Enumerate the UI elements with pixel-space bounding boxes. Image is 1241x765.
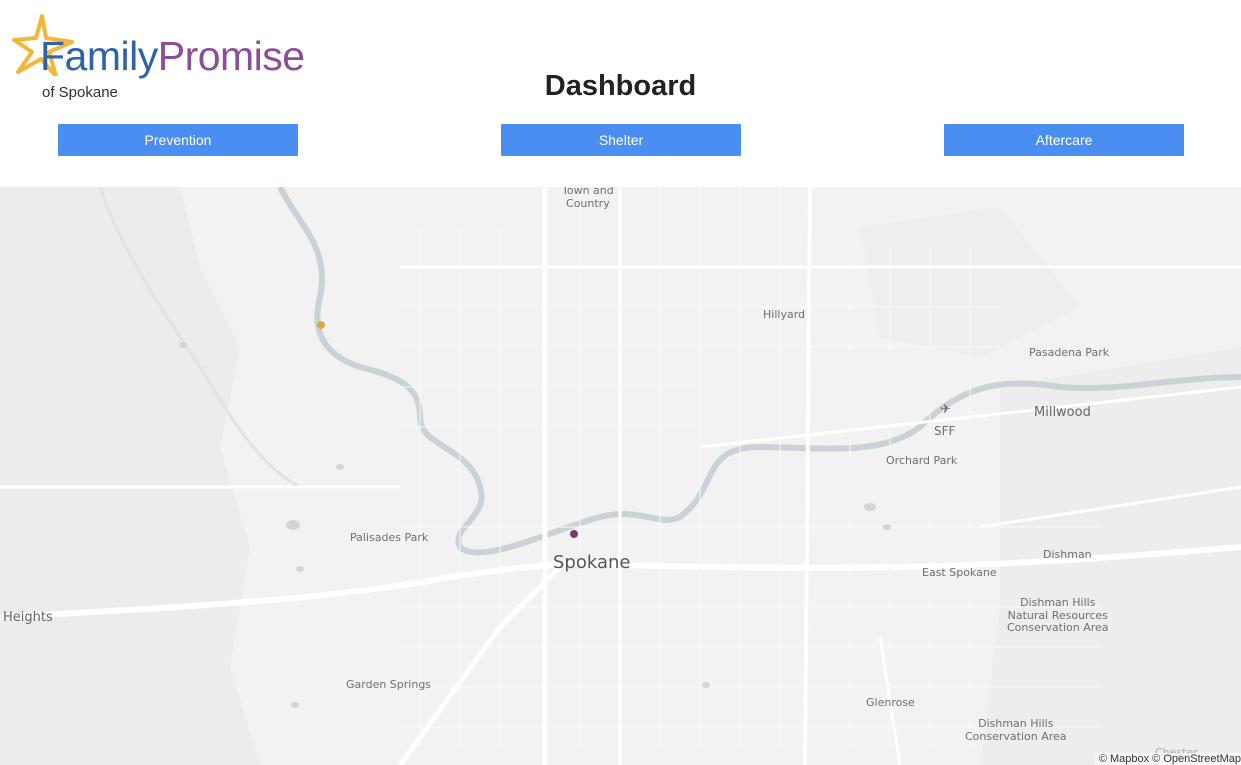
map-basemap xyxy=(0,187,1241,765)
page-title: Dashboard xyxy=(544,70,697,102)
map-label-hillyard: Hillyard xyxy=(763,308,806,321)
map-label-east-spokane: East Spokane xyxy=(922,566,997,579)
shelter-button[interactable]: Shelter xyxy=(501,124,741,156)
prevention-marker[interactable] xyxy=(317,321,325,329)
shelter-marker[interactable] xyxy=(570,530,578,538)
map-label-palisades-park: Palisades Park xyxy=(350,531,429,544)
map-label-heights: Heights xyxy=(3,610,53,625)
header: FamilyPromise of Spokane Dashboard Preve… xyxy=(0,0,1241,187)
map-label-sff: SFF xyxy=(934,424,956,438)
map-label-dishman-hills-nra: Dishman Hills Natural Resources Conserva… xyxy=(1007,596,1109,635)
map-attribution[interactable]: © Mapbox © OpenStreetMap xyxy=(1094,753,1241,765)
map-label-town-and-country: Town and Country xyxy=(562,187,614,210)
map-label-spokane: Spokane xyxy=(553,552,631,573)
map-label-dishman-hills-ca: Dishman Hills Conservation Area xyxy=(965,717,1067,743)
map-label-orchard-park: Orchard Park xyxy=(886,454,958,467)
map-label-dishman: Dishman xyxy=(1043,548,1092,561)
map-label-glenrose: Glenrose xyxy=(866,696,915,709)
aftercare-button[interactable]: Aftercare xyxy=(944,124,1184,156)
map-canvas[interactable]: Town and Country Hillyard Pasadena Park … xyxy=(0,187,1241,765)
map-label-pasadena-park: Pasadena Park xyxy=(1029,346,1110,359)
map-label-garden-springs: Garden Springs xyxy=(346,678,432,691)
prevention-button[interactable]: Prevention xyxy=(58,124,298,156)
map-label-millwood: Millwood xyxy=(1034,405,1091,420)
airplane-icon: ✈ xyxy=(940,402,951,417)
